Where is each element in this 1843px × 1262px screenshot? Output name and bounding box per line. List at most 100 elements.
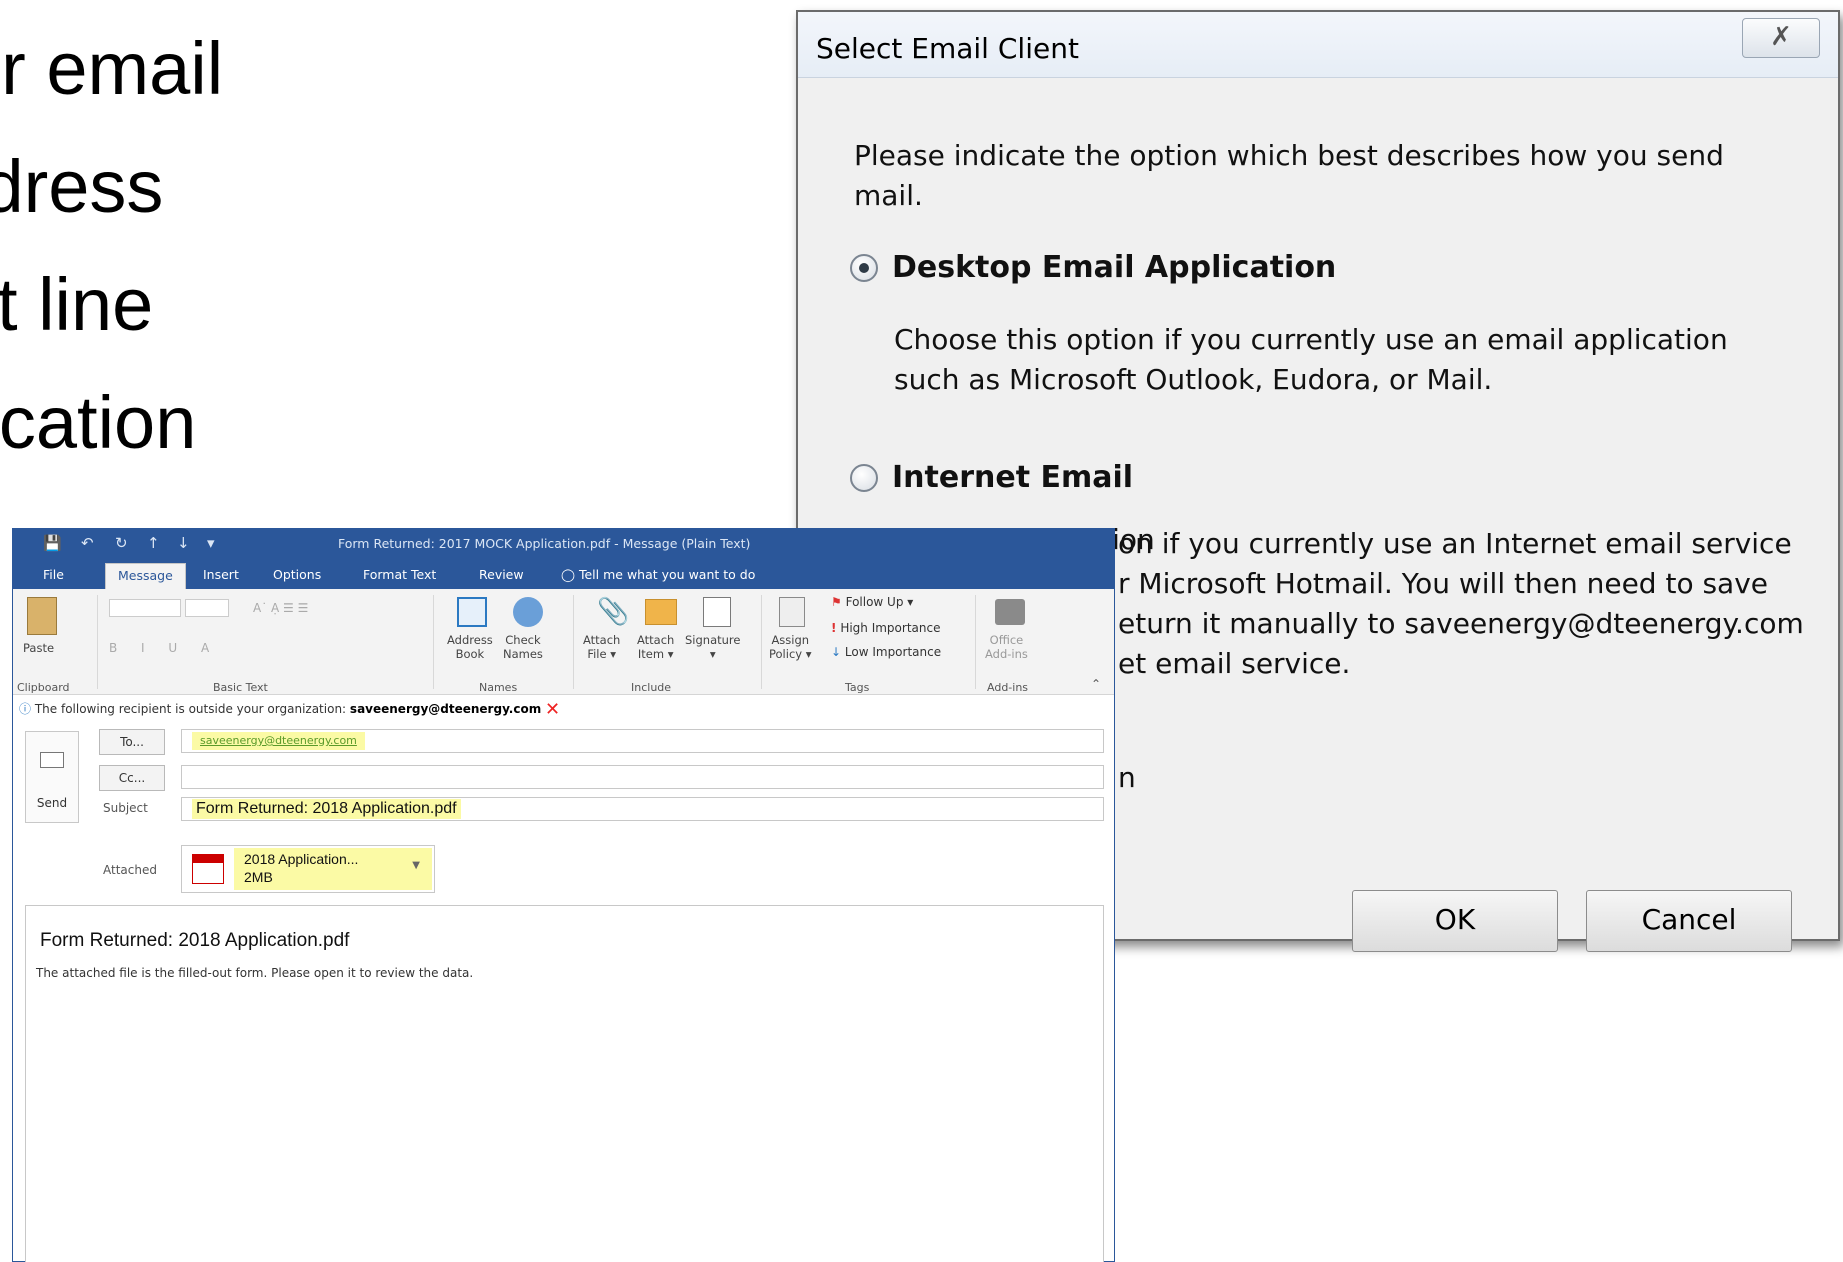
tab-review[interactable]: Review	[479, 567, 524, 582]
paste-icon[interactable]	[27, 597, 57, 635]
signature-button[interactable]: Signature ▾	[685, 633, 740, 661]
group-include: Include	[631, 681, 672, 694]
window-title: Form Returned: 2017 MOCK Application.pdf…	[338, 536, 751, 551]
paste-button[interactable]: Paste	[23, 641, 54, 655]
external-recipient-infobar: ⓘ The following recipient is outside you…	[13, 697, 1114, 721]
message-body[interactable]: Form Returned: 2018 Application.pdf The …	[25, 905, 1104, 1262]
pdf-icon	[192, 854, 224, 884]
desktop-option-description: Choose this option if you currently use …	[894, 323, 1728, 396]
tab-insert[interactable]: Insert	[203, 567, 239, 582]
infobar-recipient: saveenergy@dteenergy.com	[349, 702, 542, 716]
check-names-button[interactable]: Check Names	[503, 633, 543, 661]
low-importance-button[interactable]: ↓ Low Importance	[831, 645, 941, 659]
tab-format-text[interactable]: Format Text	[363, 567, 436, 582]
font-name-box[interactable]	[109, 599, 181, 617]
collapse-ribbon-icon[interactable]: ⌃	[1091, 677, 1101, 691]
dismiss-icon[interactable]: ✕	[545, 699, 560, 720]
dialog-title: Select Email Client	[816, 32, 1079, 65]
group-add-ins: Add-ins	[987, 681, 1029, 694]
follow-up-button[interactable]: ⚑ Follow Up ▾	[831, 595, 913, 609]
radio-unselected-icon[interactable]	[850, 463, 878, 492]
group-clipboard: Clipboard	[17, 681, 70, 694]
radio-desktop-email[interactable]: Desktop Email Application	[850, 250, 1336, 285]
internet-option-description-line-2: r Microsoft Hotmail. You will then need …	[1118, 567, 1769, 600]
send-envelope-icon	[40, 752, 64, 768]
internet-option-description-line-1: on if you currently use an Internet emai…	[1118, 527, 1792, 560]
undo-icon[interactable]: ↶	[81, 534, 94, 552]
tab-file[interactable]: File	[43, 567, 64, 582]
attachment-size: 2MB	[244, 869, 273, 885]
radio-desktop-label[interactable]: Desktop Email Application	[892, 250, 1336, 285]
customize-icon[interactable]: ▾	[207, 534, 215, 552]
subject-field[interactable]: Form Returned: 2018 Application.pdf	[181, 797, 1104, 821]
slide-bullet-3: ct line	[0, 263, 154, 346]
to-button[interactable]: To...	[99, 729, 165, 755]
up-arrow-icon[interactable]: ↑	[147, 534, 160, 552]
body-heading: Form Returned: 2018 Application.pdf	[40, 930, 350, 951]
signature-icon[interactable]	[703, 597, 731, 627]
radio-internet-label[interactable]: Internet Email	[892, 460, 1133, 495]
radio-selected-icon[interactable]	[850, 253, 878, 282]
attach-item-button[interactable]: Attach Item ▾	[637, 633, 674, 661]
check-names-icon[interactable]	[513, 597, 543, 627]
attach-file-button[interactable]: Attach File ▾	[583, 633, 620, 661]
tell-me-text: Tell me what you want to do	[578, 567, 756, 582]
subject-value: Form Returned: 2018 Application.pdf	[192, 799, 461, 819]
tab-options[interactable]: Options	[273, 567, 321, 582]
cc-field[interactable]	[181, 765, 1104, 789]
group-tags: Tags	[845, 681, 870, 694]
paperclip-icon[interactable]: 📎	[597, 597, 629, 627]
cancel-button[interactable]: Cancel	[1586, 890, 1792, 952]
dialog-prompt: Please indicate the option which best de…	[854, 139, 1724, 212]
internet-option-description-line-4: et email service.	[1118, 647, 1351, 680]
office-addins-icon[interactable]	[995, 599, 1025, 625]
dialog-titlebar: Select Email Client ✗	[798, 12, 1838, 78]
attachment-name: 2018 Application...	[244, 851, 359, 867]
ok-button[interactable]: OK	[1352, 890, 1558, 952]
address-book-button[interactable]: Address Book	[447, 633, 493, 661]
attached-label: Attached	[103, 863, 157, 877]
tab-message[interactable]: Message	[105, 563, 186, 589]
flag-icon: ⚑	[831, 595, 842, 609]
info-icon: ⓘ	[19, 702, 32, 716]
slide-bullet-1: ur email	[0, 27, 224, 110]
attachment[interactable]: 2018 Application... 2MB ▼	[181, 845, 435, 893]
list-buttons[interactable]: A˙ Ạ ☰ ☰	[253, 601, 308, 615]
to-field[interactable]: saveenergy@dteenergy.com	[181, 729, 1104, 753]
send-button[interactable]: Send	[25, 731, 79, 823]
infobar-text: The following recipient is outside your …	[34, 702, 347, 716]
body-text: The attached file is the filled-out form…	[36, 966, 474, 980]
cc-button[interactable]: Cc...	[99, 765, 165, 791]
group-basic-text: Basic Text	[213, 681, 268, 694]
exclamation-icon: !	[831, 621, 837, 635]
to-recipient[interactable]: saveenergy@dteenergy.com	[192, 732, 365, 750]
attach-item-icon[interactable]	[645, 599, 677, 625]
high-importance-button[interactable]: ! High Importance	[831, 621, 940, 635]
font-size-box[interactable]	[185, 599, 229, 617]
ribbon-tabs: File Message Insert Options Format Text …	[13, 559, 1114, 589]
tell-me-search[interactable]: ◯ Tell me what you want to do	[561, 567, 755, 582]
outlook-titlebar: 💾 ↶ ↻ ↑ ↓ ▾ Form Returned: 2017 MOCK App…	[13, 529, 1114, 559]
send-label: Send	[36, 796, 68, 810]
save-icon[interactable]: 💾	[43, 534, 62, 552]
office-addins-button[interactable]: Office Add-ins	[985, 633, 1028, 661]
ribbon: Paste Clipboard B I U A A˙ Ạ ☰ ☰ Basic …	[13, 589, 1114, 695]
down-arrow-importance-icon: ↓	[831, 645, 842, 659]
dialog-partial-text: n	[1118, 761, 1136, 794]
chevron-down-icon[interactable]: ▼	[412, 860, 420, 871]
redo-icon[interactable]: ↻	[115, 534, 128, 552]
close-icon: ✗	[1770, 22, 1792, 52]
radio-internet-email[interactable]: Internet Email	[850, 460, 1133, 495]
slide-bullet-2: ldress	[0, 145, 164, 228]
subject-label: Subject	[103, 801, 148, 815]
close-button[interactable]: ✗	[1742, 18, 1820, 58]
outlook-compose-window: 💾 ↶ ↻ ↑ ↓ ▾ Form Returned: 2017 MOCK App…	[12, 528, 1115, 1262]
address-book-icon[interactable]	[457, 597, 487, 627]
lightbulb-icon: ◯	[561, 567, 575, 582]
group-names: Names	[479, 681, 518, 694]
assign-policy-icon[interactable]	[779, 597, 805, 627]
down-arrow-icon[interactable]: ↓	[177, 534, 190, 552]
internet-option-description-line-3: eturn it manually to saveenergy@dteenerg…	[1118, 607, 1804, 640]
assign-policy-button[interactable]: Assign Policy ▾	[769, 633, 812, 661]
formatting-buttons[interactable]: B I U A	[109, 641, 219, 655]
